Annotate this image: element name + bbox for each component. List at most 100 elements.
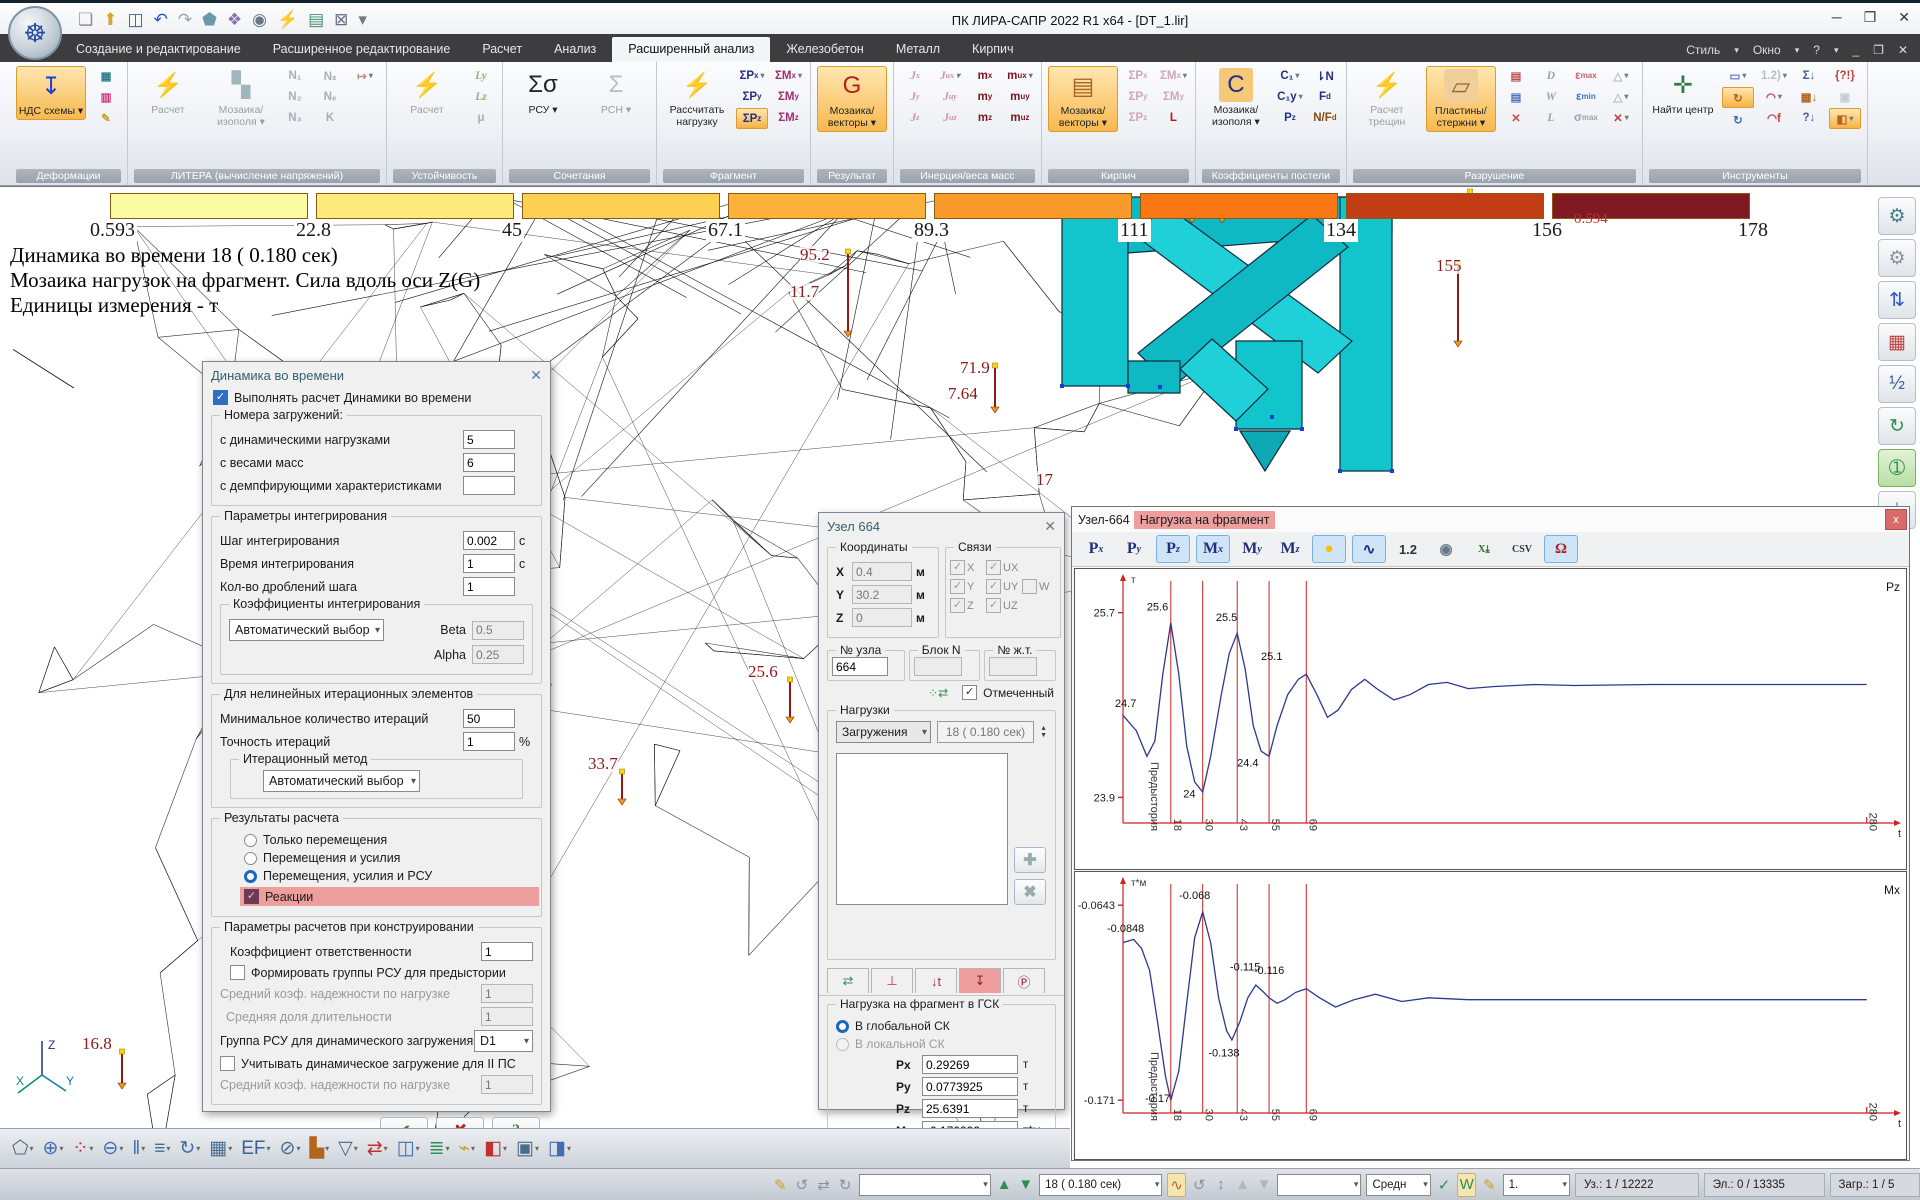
doc-minimize-icon[interactable]: _ <box>1852 43 1859 57</box>
tab-2[interactable]: Расширенное редактирование <box>257 37 467 62</box>
rsu-button[interactable]: ΣσРСУ ▾ <box>509 66 577 118</box>
displacements-forces-rsu-radio[interactable] <box>244 870 257 883</box>
list-button[interactable]: ≣▾ <box>429 1137 450 1160</box>
mux-button[interactable]: mux▾ <box>1005 66 1035 85</box>
eps-max-button[interactable]: εmax <box>1571 66 1601 85</box>
doc-close-icon[interactable]: ✕ <box>1898 43 1908 57</box>
iteration-method-combo[interactable]: Автоматический выбор <box>263 770 420 792</box>
select-polygon-button[interactable]: ⬠▾ <box>12 1137 34 1160</box>
pair-nodes-icon[interactable]: ⁘⇄ <box>928 686 948 700</box>
export-csv-button[interactable]: CSV <box>1506 536 1538 562</box>
membrane-button[interactable]: ◠▾ <box>1759 87 1789 106</box>
redo-step-icon[interactable]: ↻ <box>837 1174 854 1196</box>
tab-loads[interactable]: ↓t <box>915 968 957 993</box>
grid-button[interactable]: ▦▾ <box>209 1137 232 1160</box>
brick-mosaic-vectors-button[interactable]: ▤Мозаика/ векторы ▾ <box>1048 66 1118 132</box>
calc-fragment-load-button[interactable]: ⚡Рассчитать нагрузку <box>663 66 731 130</box>
muy-button[interactable]: muy <box>1005 87 1035 106</box>
my-series-button[interactable]: My <box>1236 536 1268 562</box>
result-mosaic-vectors-button[interactable]: GМозаика/ векторы ▾ <box>817 66 887 132</box>
refresh-view-icon[interactable]: ↺ <box>1191 1174 1208 1196</box>
min-iterations-input[interactable] <box>463 709 515 728</box>
nodes-red-button[interactable]: ⁘▾ <box>72 1137 93 1160</box>
hatch-blue-icon[interactable]: ▤ <box>1501 87 1531 106</box>
half-scale-button[interactable]: ½ <box>1878 365 1916 403</box>
eps-min-button[interactable]: εmin <box>1571 87 1601 106</box>
refresh-scale2-button[interactable]: ↻ <box>1722 110 1754 129</box>
sum-down-button[interactable]: Σ↓ <box>1794 66 1824 85</box>
w-button[interactable]: W <box>1536 87 1566 106</box>
run-dynamics-checkbox[interactable]: ✓ <box>213 390 228 405</box>
py-series-button[interactable]: Py <box>1118 536 1150 562</box>
close-icon[interactable]: ✕ <box>530 367 542 384</box>
display-settings-button[interactable]: ⚙ <box>1878 239 1916 277</box>
step-down-icon[interactable]: ▼ <box>1017 1174 1034 1196</box>
pan-target-button[interactable]: ⊕▾ <box>43 1137 64 1160</box>
mass-weights-input[interactable] <box>463 453 515 472</box>
muz-button[interactable]: muz <box>1005 108 1035 127</box>
close-icon[interactable]: x <box>1885 509 1907 530</box>
rotate-button[interactable]: ↻▾ <box>179 1137 200 1160</box>
iteration-accuracy-input[interactable] <box>463 732 515 751</box>
px-series-button[interactable]: Px <box>1080 536 1112 562</box>
tab-6[interactable]: Железобетон <box>770 37 879 62</box>
element-numbers-button[interactable]: ▦ <box>1878 323 1916 361</box>
sum-my-button[interactable]: ΣMy <box>773 87 804 106</box>
destroy-off-button[interactable]: ✕▾ <box>1606 108 1636 127</box>
export-excel-button[interactable]: X⤓ <box>1468 536 1500 562</box>
maximize-icon[interactable]: ❐ <box>1864 9 1877 26</box>
n-load-button[interactable]: ⇂N <box>1310 66 1340 85</box>
px-value-input[interactable] <box>922 1055 1018 1074</box>
history-combo[interactable] <box>859 1174 991 1196</box>
mz-button[interactable]: mz <box>970 108 1000 127</box>
refresh-scale-button[interactable]: ↻ <box>1722 87 1754 108</box>
add-load-button[interactable]: ✚ <box>1014 847 1046 873</box>
show-step-button[interactable]: ➀ <box>1878 449 1916 487</box>
pencil-icon[interactable]: ✎ <box>91 108 121 127</box>
hide-button[interactable]: ⊘▾ <box>280 1137 301 1160</box>
mode-combo[interactable]: Средн <box>1366 1174 1430 1196</box>
second-limit-checkbox[interactable] <box>220 1056 235 1071</box>
highlight-bulb-button[interactable]: ● <box>1312 535 1346 563</box>
close-icon[interactable]: ✕ <box>1898 9 1910 26</box>
tab-links[interactable]: ⇄ <box>827 968 869 993</box>
only-displacements-radio[interactable] <box>244 834 257 847</box>
loads-listbox[interactable] <box>836 753 1008 905</box>
scale-mode-icon[interactable]: ↕ <box>1213 1174 1230 1196</box>
loads-combo[interactable]: Загружения <box>836 721 931 743</box>
global-cs-radio[interactable] <box>836 1020 849 1033</box>
sum-py-button[interactable]: ΣPy <box>736 87 768 106</box>
envelope-button[interactable]: Ω <box>1544 535 1578 563</box>
help-menu[interactable]: ? <box>1813 43 1820 57</box>
sum-pz-button[interactable]: ΣPz <box>736 108 768 129</box>
annotate-icon[interactable]: ✎ <box>1481 1174 1498 1196</box>
cross-red-icon[interactable]: ✕ <box>1501 108 1531 127</box>
pz-button[interactable]: Pz <box>1275 108 1305 127</box>
question-down-button[interactable]: ?↓ <box>1794 108 1824 127</box>
apply-icon[interactable]: ✓ <box>1436 1174 1453 1196</box>
node-number-input[interactable] <box>832 657 888 676</box>
membrane-f-button[interactable]: ◠f <box>1759 108 1789 127</box>
eps-x-dd-button[interactable]: △▾ <box>1606 87 1636 106</box>
w-display-icon[interactable]: W <box>1457 1173 1476 1197</box>
box-red-button[interactable]: ◧▾ <box>484 1137 507 1160</box>
step-up-icon[interactable]: ▲ <box>996 1174 1013 1196</box>
tab-4[interactable]: Анализ <box>538 37 612 62</box>
mx-button[interactable]: mx <box>970 66 1000 85</box>
pz-series-button[interactable]: Pz <box>1156 535 1190 563</box>
sigma-max-button[interactable]: σmax <box>1571 108 1601 127</box>
prev-frame-icon[interactable]: ▲ <box>1234 1174 1251 1196</box>
check-model-button[interactable]: {?!} <box>1829 66 1861 85</box>
tab-supports[interactable]: ⊥ <box>871 968 913 993</box>
view-settings-button[interactable]: ⚙ <box>1878 197 1916 235</box>
next-frame-icon[interactable]: ▼ <box>1256 1174 1273 1196</box>
c1y-button[interactable]: C₁y▾ <box>1275 87 1305 106</box>
sum-px-button[interactable]: ΣPx▾ <box>736 66 768 85</box>
dynamic-loads-input[interactable] <box>463 430 515 449</box>
time-step-combo[interactable]: 18 ( 0.180 сек) <box>1039 1174 1162 1196</box>
grid-down-button[interactable]: ▦↓ <box>1794 87 1824 106</box>
my-button[interactable]: my <box>970 87 1000 106</box>
mx-series-button[interactable]: Mx <box>1196 535 1230 563</box>
swap-step-icon[interactable]: ⇄ <box>815 1174 832 1196</box>
precision-combo[interactable]: 1. <box>1503 1174 1570 1196</box>
